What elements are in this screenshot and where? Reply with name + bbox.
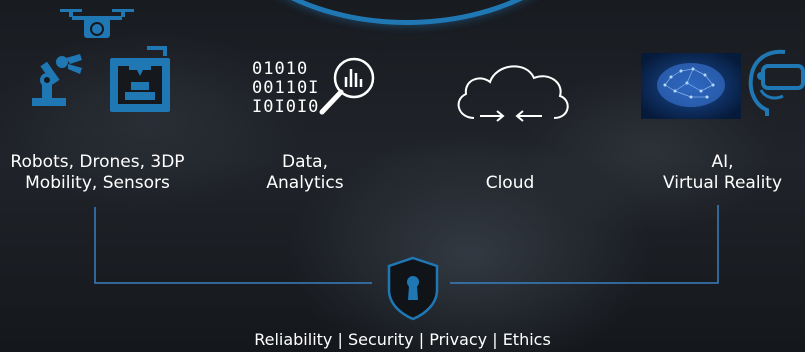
ai-label-line1: AI, xyxy=(711,152,734,172)
binary-icon: 01010 00110I I0I0I0 xyxy=(252,60,319,117)
magnifier-chart-icon xyxy=(319,57,375,115)
cloud-label-line2: Cloud xyxy=(485,173,535,193)
cloud-label-line1: ​ xyxy=(460,152,560,173)
robots-label: Robots, Drones, 3DP Mobility, Sensors xyxy=(10,152,185,194)
vr-headset-icon xyxy=(748,49,805,116)
robot-arm-icon xyxy=(32,54,82,106)
binary-row: 00110I xyxy=(252,78,320,98)
binary-row: I0I0I0 xyxy=(252,97,320,117)
shield-keyhole-icon xyxy=(387,256,439,321)
3d-printer-icon xyxy=(110,46,170,112)
data-label-line2: Analytics xyxy=(266,173,344,193)
cloud-label: ​ Cloud xyxy=(460,152,560,194)
robots-label-line2: Mobility, Sensors xyxy=(25,173,170,193)
data-label: Data, Analytics xyxy=(245,152,365,194)
drone-icon xyxy=(60,9,134,38)
neural-brain-icon xyxy=(641,53,741,119)
binary-row: 01010 xyxy=(252,59,309,79)
footer-values: Reliability | Security | Privacy | Ethic… xyxy=(254,330,551,349)
ai-label-line2: Virtual Reality xyxy=(662,173,783,193)
data-label-line1: Data, xyxy=(282,152,328,172)
ai-label: AI, Virtual Reality xyxy=(655,152,790,194)
robots-label-line1: Robots, Drones, 3DP xyxy=(10,152,185,172)
cloud-sync-icon xyxy=(457,65,569,122)
